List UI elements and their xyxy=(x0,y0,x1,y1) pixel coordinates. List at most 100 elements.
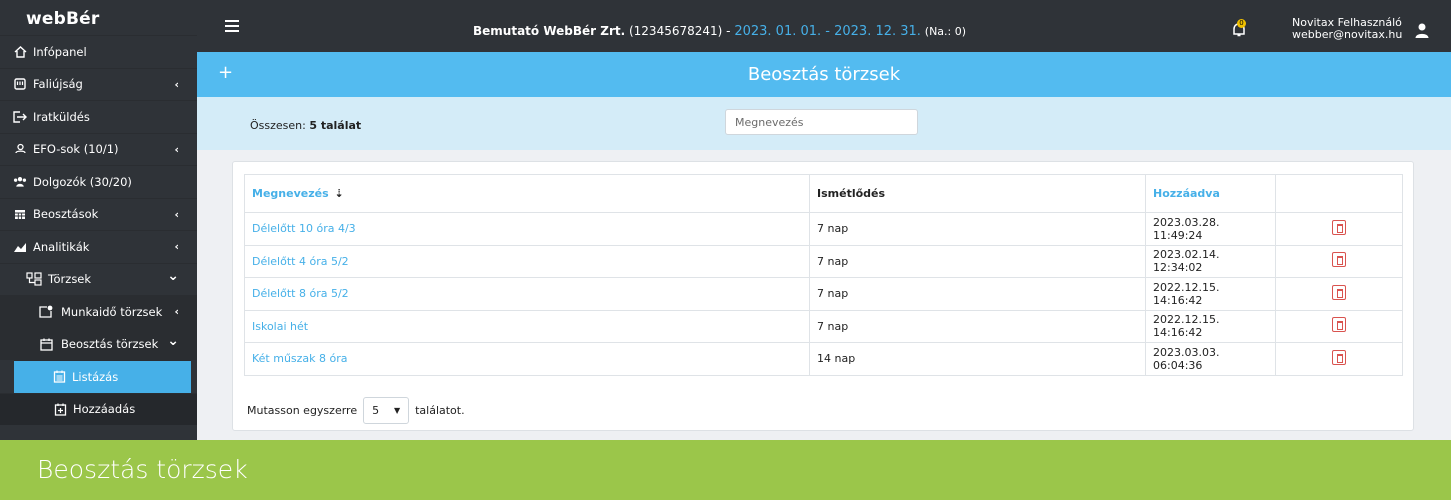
caret-down-icon: ▼ xyxy=(393,406,401,415)
logo[interactable]: webBér xyxy=(0,0,197,35)
sidebar-item-listazas[interactable]: Listázás xyxy=(14,360,191,393)
table-row: Két műszak 8 óra 14 nap 2023.03.03. 06:0… xyxy=(244,342,1403,376)
sidebar-item-hozzaadas[interactable]: Hozzáadás xyxy=(0,392,197,425)
table-row: Délelőtt 10 óra 4/3 7 nap 2023.03.28. 11… xyxy=(244,212,1403,246)
row-name-link[interactable]: Délelőtt 4 óra 5/2 xyxy=(244,244,810,278)
chevron-down-icon: ⌄ xyxy=(167,267,179,284)
sidebar-item-label: Infópanel xyxy=(33,44,87,59)
column-header-name[interactable]: Megnevezés ⇣ xyxy=(244,174,810,213)
sidebar: webBér Infópanel Faliújság ‹ Iratküldés … xyxy=(0,0,197,440)
row-name-link[interactable]: Iskolai hét xyxy=(244,309,810,343)
page-size-control: Mutasson egyszerre 5 ▼ találatot. xyxy=(247,397,465,424)
user-icon[interactable] xyxy=(1415,23,1429,39)
table-row: Iskolai hét 7 nap 2022.12.15. 14:16:42 xyxy=(244,309,1403,343)
user-email: webber@novitax.hu xyxy=(1292,28,1403,41)
top-bar: Bemutató WebBér Zrt. (12345678241) - 202… xyxy=(197,0,1451,52)
banner-title: Beosztás törzsek xyxy=(37,455,248,484)
board-icon xyxy=(13,77,27,91)
row-added: 2023.02.14. 12:34:02 xyxy=(1145,244,1276,278)
sidebar-item-dolgozok[interactable]: Dolgozók (30/20) xyxy=(0,165,197,198)
sort-icon[interactable]: ⇣ xyxy=(334,187,343,200)
row-name-link[interactable]: Két műszak 8 óra xyxy=(244,342,810,376)
efo-icon xyxy=(13,142,27,156)
row-actions xyxy=(1275,244,1403,278)
sidebar-item-label: Beosztások xyxy=(33,207,99,222)
sidebar-item-infopanel[interactable]: Infópanel xyxy=(0,35,197,68)
row-repeat: 7 nap xyxy=(809,212,1146,246)
folder-pin-icon xyxy=(39,305,53,319)
page-size-value: 5 xyxy=(372,404,380,417)
chevron-left-icon: ‹ xyxy=(174,305,179,318)
sidebar-item-beosztasok[interactable]: Beosztások ‹ xyxy=(0,197,197,231)
table-row: Délelőtt 8 óra 5/2 7 nap 2022.12.15. 14:… xyxy=(244,277,1403,311)
row-name-link[interactable]: Délelőtt 10 óra 4/3 xyxy=(244,212,810,246)
page-title: Beosztás törzsek xyxy=(747,64,901,85)
row-actions xyxy=(1275,212,1403,246)
row-repeat: 7 nap xyxy=(809,244,1146,278)
menu-icon[interactable] xyxy=(225,20,239,35)
user-info[interactable]: Novitax Felhasználó webber@novitax.hu xyxy=(1292,17,1402,41)
sidebar-item-analitikak[interactable]: Analitikák ‹ xyxy=(0,230,197,263)
trash-icon[interactable] xyxy=(1332,317,1346,333)
sidebar-item-munkaido-torzsek[interactable]: Munkaidő törzsek ‹ xyxy=(0,295,197,328)
company-name: Bemutató WebBér Zrt. xyxy=(473,24,626,38)
column-header-label: Megnevezés xyxy=(252,187,329,200)
home-icon xyxy=(13,45,27,59)
sidebar-item-torzsek[interactable]: Törzsek ⌄ xyxy=(0,262,197,296)
column-header-actions xyxy=(1275,174,1403,213)
chart-icon xyxy=(13,240,27,254)
sidebar-item-label: Listázás xyxy=(72,369,119,384)
sidebar-item-label: Dolgozók (30/20) xyxy=(33,174,132,189)
row-added: 2023.03.03. 06:04:36 xyxy=(1145,342,1276,376)
row-added: 2022.12.15. 14:16:42 xyxy=(1145,277,1276,311)
result-count-value: 5 találat xyxy=(309,119,362,132)
list-calendar-icon xyxy=(52,370,66,384)
users-icon xyxy=(13,175,27,189)
column-header-added[interactable]: Hozzáadva xyxy=(1145,174,1276,213)
tree-icon xyxy=(26,272,42,286)
result-count: Összesen: 5 találat xyxy=(250,119,361,132)
sidebar-item-label: Beosztás törzsek xyxy=(61,337,159,352)
row-repeat: 14 nap xyxy=(809,342,1146,376)
chevron-left-icon: ‹ xyxy=(174,77,179,91)
page-size-suffix: találatot. xyxy=(415,404,465,417)
period-range[interactable]: 2023. 01. 01. - 2023. 12. 31. xyxy=(734,24,921,39)
row-actions xyxy=(1275,277,1403,311)
row-added: 2023.03.28. 11:49:24 xyxy=(1145,212,1276,246)
sidebar-item-label: Iratküldés xyxy=(33,109,90,124)
row-actions xyxy=(1275,342,1403,376)
chevron-down-icon: ⌄ xyxy=(167,332,179,349)
sidebar-item-iratkuldes[interactable]: Iratküldés xyxy=(0,100,197,133)
trash-icon[interactable] xyxy=(1332,284,1346,300)
chevron-left-icon: ‹ xyxy=(174,207,179,221)
sidebar-item-efo[interactable]: EFO-sok (10/1) ‹ xyxy=(0,132,197,166)
footer-banner: Beosztás törzsek xyxy=(0,440,1451,500)
calendar-icon xyxy=(39,337,53,351)
company-id: (12345678241) xyxy=(628,24,723,38)
sidebar-item-label: Hozzáadás xyxy=(73,402,136,417)
send-doc-icon xyxy=(13,110,27,124)
table-header-row: Megnevezés ⇣ Ismétlődés Hozzáadva xyxy=(244,174,1403,213)
trash-icon[interactable] xyxy=(1332,349,1346,365)
column-header-repeat: Ismétlődés xyxy=(809,174,1146,213)
company-info: Bemutató WebBér Zrt. (12345678241) - 202… xyxy=(473,24,966,39)
sidebar-item-label: Faliújság xyxy=(33,77,83,92)
search-input[interactable] xyxy=(725,109,918,135)
trash-icon[interactable] xyxy=(1332,252,1346,268)
trash-icon[interactable] xyxy=(1332,219,1346,235)
row-actions xyxy=(1275,309,1403,343)
row-name-link[interactable]: Délelőtt 8 óra 5/2 xyxy=(244,277,810,311)
row-added: 2022.12.15. 14:16:42 xyxy=(1145,309,1276,343)
sidebar-item-label: Munkaidő törzsek xyxy=(61,304,163,319)
result-count-label: Összesen: xyxy=(250,119,310,132)
page-size-select[interactable]: 5 ▼ xyxy=(363,397,410,424)
calendar-grid-icon xyxy=(13,207,27,221)
chevron-left-icon: ‹ xyxy=(174,240,179,253)
sidebar-item-label: EFO-sok (10/1) xyxy=(33,142,119,157)
sidebar-item-beosztas-torzsek[interactable]: Beosztás törzsek ⌄ xyxy=(0,327,197,360)
results-table: Megnevezés ⇣ Ismétlődés Hozzáadva Délelő… xyxy=(244,174,1403,376)
sidebar-item-faliujsag[interactable]: Faliújság ‹ xyxy=(0,67,197,101)
row-repeat: 7 nap xyxy=(809,309,1146,343)
sidebar-item-label: Törzsek xyxy=(48,272,92,287)
page-header: + Beosztás törzsek xyxy=(197,52,1451,97)
